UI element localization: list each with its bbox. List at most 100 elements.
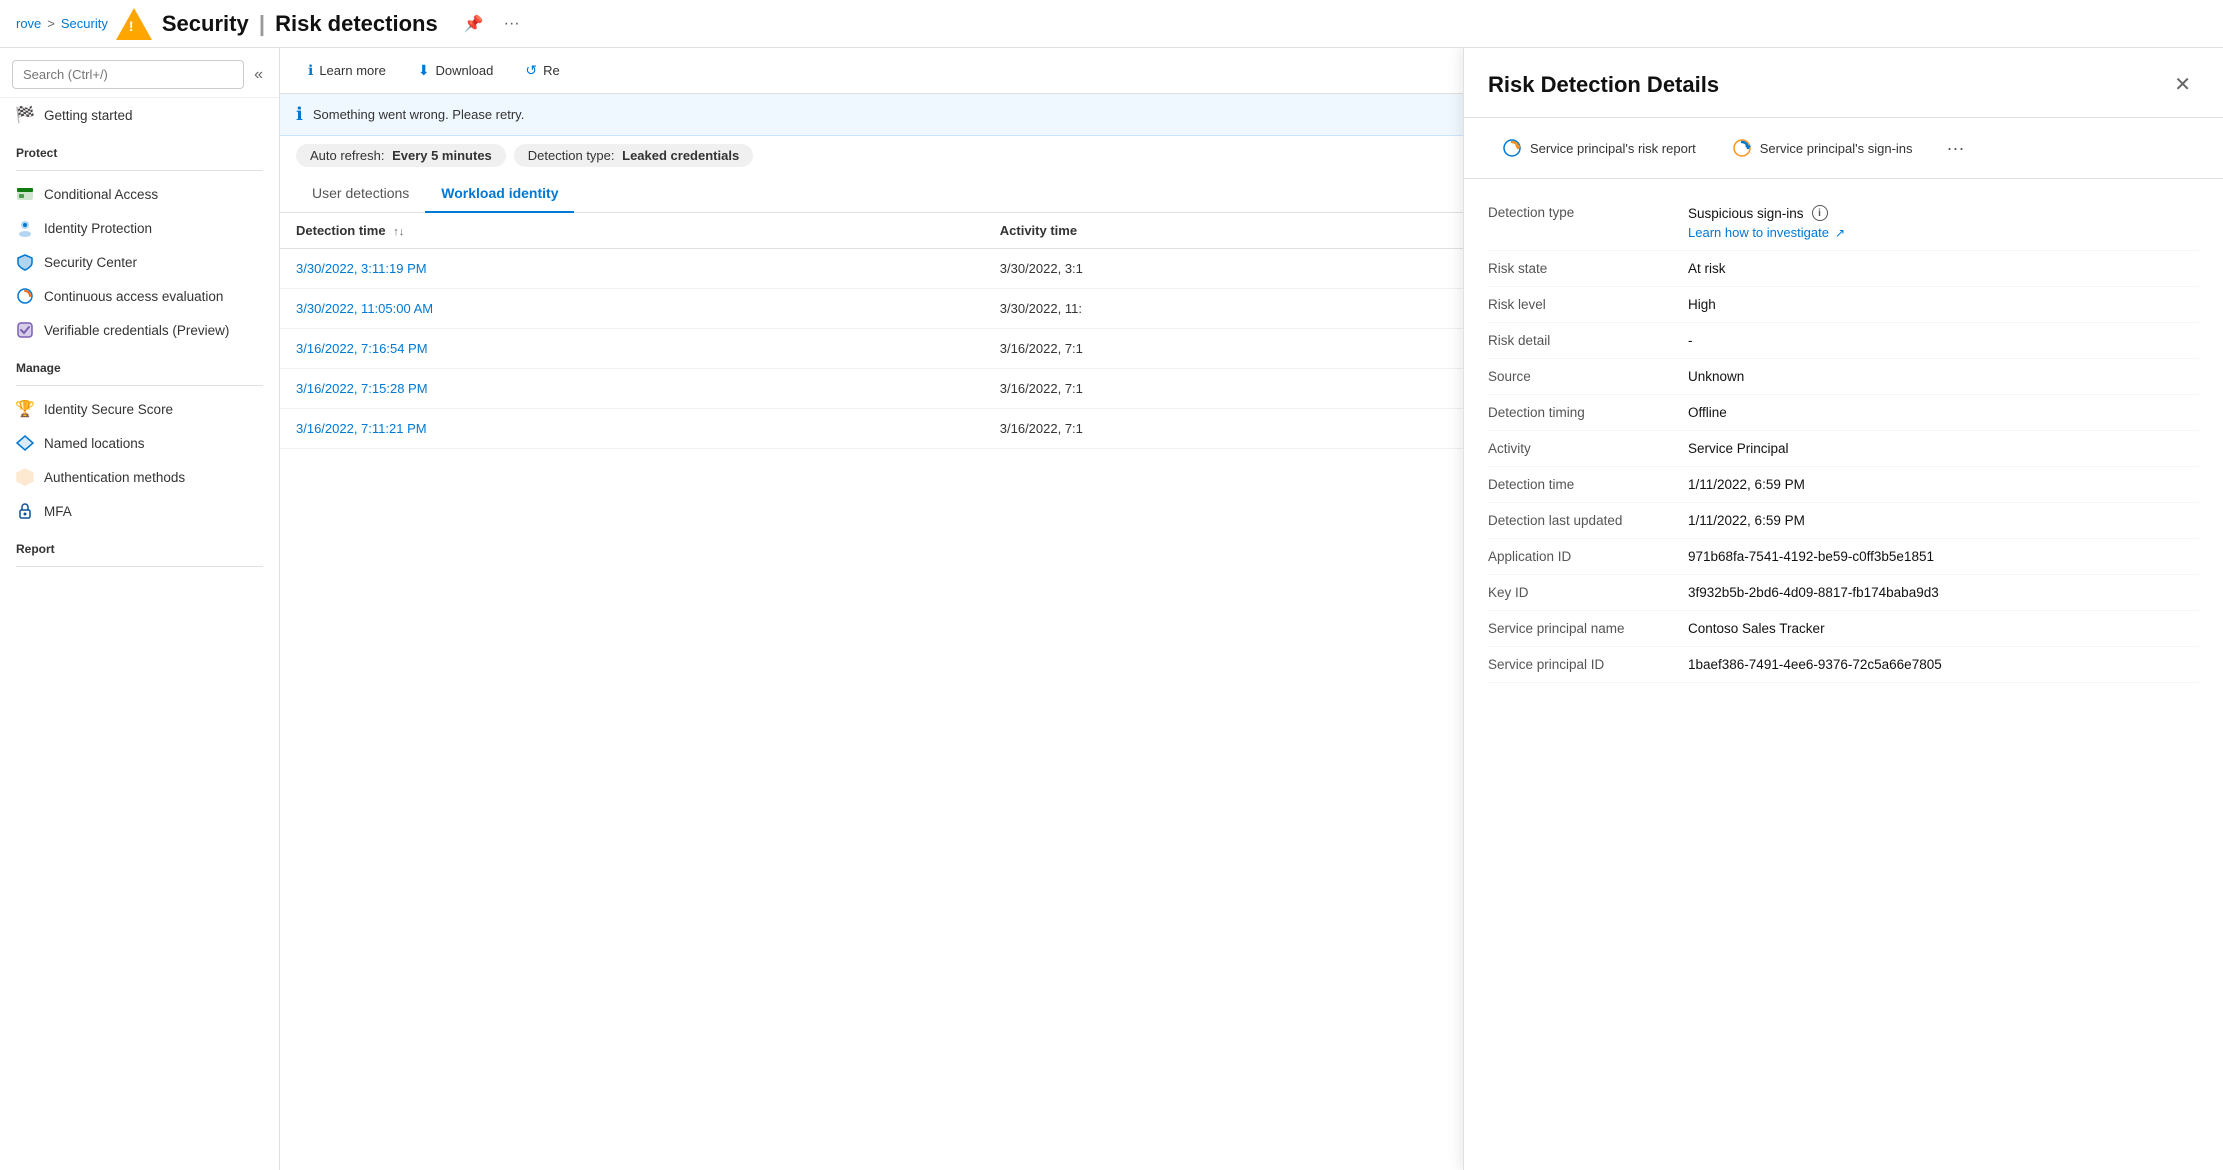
filter-chips-area: Auto refresh : Every 5 minutes Detection… (280, 136, 1463, 175)
detection-time-cell[interactable]: 3/30/2022, 3:11:19 PM (280, 249, 984, 289)
detection-time-cell[interactable]: 3/16/2022, 7:15:28 PM (280, 369, 984, 409)
detail-value: Offline (1688, 405, 2199, 420)
breadcrumb-rove[interactable]: rove (16, 16, 41, 31)
table-row: 3/16/2022, 7:11:21 PM3/16/2022, 7:1 (280, 409, 1463, 449)
breadcrumb-separator: > (47, 16, 55, 31)
header-actions: 📌 ··· (460, 10, 524, 38)
sidebar-item-verifiable-credentials[interactable]: Verifiable credentials (Preview) (0, 313, 279, 347)
page-title: Security | Risk detections (162, 11, 438, 37)
detail-label: Risk level (1488, 297, 1688, 312)
detail-value: Suspicious sign-insiLearn how to investi… (1688, 205, 2199, 240)
detail-label: Detection type (1488, 205, 1688, 220)
panel-more-options-button[interactable]: ··· (1939, 134, 1973, 163)
detail-value: 971b68fa-7541-4192-be59-c0ff3b5e1851 (1688, 549, 2199, 564)
sidebar-item-label: Identity Secure Score (44, 402, 173, 417)
filter-chip-detection-type[interactable]: Detection type : Leaked credentials (514, 144, 753, 167)
service-principal-signins-button[interactable]: Service principal's sign-ins (1718, 130, 1927, 166)
filter-chip-autorefresh[interactable]: Auto refresh : Every 5 minutes (296, 144, 506, 167)
breadcrumb: rove > Security (16, 16, 108, 31)
top-bar: rove > Security Security | Risk detectio… (0, 0, 2223, 48)
sidebar-item-security-center[interactable]: Security Center (0, 245, 279, 279)
detail-row: Detection time1/11/2022, 6:59 PM (1488, 467, 2199, 503)
breadcrumb-security[interactable]: Security (61, 16, 108, 31)
warning-icon (116, 8, 152, 40)
detail-label: Service principal name (1488, 621, 1688, 636)
detail-label: Detection time (1488, 477, 1688, 492)
right-panel: Risk Detection Details ✕ Service princip… (1463, 48, 2223, 1170)
detail-value: Contoso Sales Tracker (1688, 621, 2199, 636)
content-tabs: User detections Workload identity (280, 175, 1463, 213)
sidebar-collapse-button[interactable]: « (250, 62, 267, 88)
activity-time-cell: 3/16/2022, 7:1 (984, 409, 1463, 449)
sidebar-item-conditional-access[interactable]: Conditional Access (0, 177, 279, 211)
sidebar-section-report: Report (0, 528, 279, 560)
detail-value: 1baef386-7491-4ee6-9376-72c5a66e7805 (1688, 657, 2199, 672)
detail-value: At risk (1688, 261, 2199, 276)
identity-secure-score-icon: 🏆 (16, 400, 34, 418)
tab-user-detections[interactable]: User detections (296, 175, 425, 213)
content-area: ℹ Learn more ⬇ Download ↺ Re ℹ Something… (280, 48, 1463, 1170)
sidebar-item-label: Continuous access evaluation (44, 289, 223, 304)
col-detection-time[interactable]: Detection time ↑↓ (280, 213, 984, 249)
detail-grid: Detection typeSuspicious sign-insiLearn … (1464, 179, 2223, 699)
detection-time-cell[interactable]: 3/16/2022, 7:11:21 PM (280, 409, 984, 449)
sidebar-item-label: Security Center (44, 255, 137, 270)
sidebar-item-label: MFA (44, 504, 72, 519)
sidebar-item-identity-protection[interactable]: Identity Protection (0, 211, 279, 245)
detail-label: Detection last updated (1488, 513, 1688, 528)
detail-label: Application ID (1488, 549, 1688, 564)
table-header-row: Detection time ↑↓ Activity time (280, 213, 1463, 249)
tab-workload-identity[interactable]: Workload identity (425, 175, 574, 213)
search-input[interactable] (12, 60, 244, 89)
detail-value: High (1688, 297, 2199, 312)
sidebar-divider-manage (16, 385, 263, 386)
sidebar-item-mfa[interactable]: MFA (0, 494, 279, 528)
service-principal-risk-label: Service principal's risk report (1530, 141, 1696, 156)
download-icon: ⬇ (418, 62, 430, 79)
external-link-icon: ↗ (1835, 226, 1845, 240)
sort-icon-detection-time: ↑↓ (393, 226, 404, 238)
continuous-access-icon (16, 287, 34, 305)
identity-protection-icon (16, 219, 34, 237)
detail-value: 1/11/2022, 6:59 PM (1688, 513, 2199, 528)
sidebar-item-continuous-access[interactable]: Continuous access evaluation (0, 279, 279, 313)
sidebar-item-named-locations[interactable]: Named locations (0, 426, 279, 460)
sidebar-item-auth-methods[interactable]: Authentication methods (0, 460, 279, 494)
detail-value: Service Principal (1688, 441, 2199, 456)
data-table: Detection time ↑↓ Activity time 3/30/202… (280, 213, 1463, 1170)
learn-more-button[interactable]: ℹ Learn more (296, 56, 398, 85)
security-center-icon (16, 253, 34, 271)
service-principal-risk-button[interactable]: Service principal's risk report (1488, 130, 1710, 166)
sidebar-divider-report (16, 566, 263, 567)
activity-time-cell: 3/30/2022, 3:1 (984, 249, 1463, 289)
detection-time-cell[interactable]: 3/16/2022, 7:16:54 PM (280, 329, 984, 369)
learn-how-link[interactable]: Learn how to investigate↗ (1688, 225, 2199, 240)
detection-time-cell[interactable]: 3/30/2022, 11:05:00 AM (280, 289, 984, 329)
service-principal-signins-label: Service principal's sign-ins (1760, 141, 1913, 156)
detail-value: - (1688, 333, 2199, 348)
right-panel-close-button[interactable]: ✕ (2166, 68, 2199, 101)
detail-row: Risk levelHigh (1488, 287, 2199, 323)
table-row: 3/16/2022, 7:15:28 PM3/16/2022, 7:1 (280, 369, 1463, 409)
activity-time-cell: 3/30/2022, 11: (984, 289, 1463, 329)
sidebar-divider-protect (16, 170, 263, 171)
sidebar: « 🏁 Getting started Protect Conditional … (0, 48, 280, 1170)
sidebar-item-label: Identity Protection (44, 221, 152, 236)
sidebar-item-identity-secure-score[interactable]: 🏆 Identity Secure Score (0, 392, 279, 426)
verifiable-credentials-icon (16, 321, 34, 339)
detail-label: Key ID (1488, 585, 1688, 600)
download-button[interactable]: ⬇ Download (406, 56, 506, 85)
panel-actions: Service principal's risk report Service … (1464, 118, 2223, 179)
main-layout: « 🏁 Getting started Protect Conditional … (0, 48, 2223, 1170)
col-activity-time[interactable]: Activity time (984, 213, 1463, 249)
activity-time-cell: 3/16/2022, 7:1 (984, 369, 1463, 409)
content-toolbar: ℹ Learn more ⬇ Download ↺ Re (280, 48, 1463, 94)
sidebar-item-label: Named locations (44, 436, 145, 451)
refresh-button[interactable]: ↺ Re (513, 56, 571, 85)
detail-value: Unknown (1688, 369, 2199, 384)
sidebar-item-getting-started[interactable]: 🏁 Getting started (0, 98, 279, 132)
pin-button[interactable]: 📌 (460, 10, 488, 38)
sidebar-scroll-area: 🏁 Getting started Protect Conditional Ac… (0, 98, 279, 1170)
more-options-button[interactable]: ··· (500, 11, 524, 37)
detail-row: Key ID3f932b5b-2bd6-4d09-8817-fb174baba9… (1488, 575, 2199, 611)
